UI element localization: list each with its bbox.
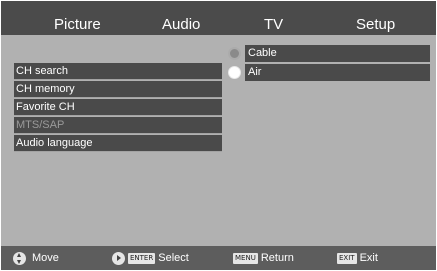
move-hint: Move <box>13 251 59 265</box>
tab-setup[interactable]: Setup <box>356 16 395 33</box>
return-label: Return <box>260 252 294 264</box>
select-hint: ENTER Select <box>112 251 189 265</box>
tab-audio[interactable]: Audio <box>162 16 200 33</box>
radio-button-cable[interactable] <box>228 47 241 60</box>
exit-label: Exit <box>359 252 378 264</box>
tab-tv[interactable]: TV <box>264 16 283 33</box>
menu-item-favorite-ch[interactable]: Favorite CH <box>14 99 222 116</box>
content-panel: CH search CH memory Favorite CH MTS/SAP … <box>1 35 436 246</box>
move-label: Move <box>32 252 59 264</box>
tab-bar: Picture Audio TV Setup <box>1 1 436 35</box>
menu-item-audio-language[interactable]: Audio language <box>14 135 222 152</box>
menu-item-ch-memory[interactable]: CH memory <box>14 81 222 98</box>
menu-key-badge: MENU <box>233 252 258 264</box>
up-down-arrows-icon <box>13 251 26 265</box>
exit-key-badge: EXIT <box>337 252 357 264</box>
tab-picture[interactable]: Picture <box>54 16 101 33</box>
enter-key-badge: ENTER <box>128 252 156 264</box>
return-hint: MENU Return <box>233 251 294 265</box>
menu-item-mts-sap: MTS/SAP <box>14 117 222 134</box>
option-cable[interactable]: Cable <box>245 45 430 62</box>
footer-hints: Move ENTER Select MENU Return EXIT Exit <box>1 246 436 270</box>
select-label: Select <box>158 252 189 264</box>
tv-screen: Picture Audio TV Setup CH search CH memo… <box>1 1 436 270</box>
right-arrow-icon <box>112 251 125 265</box>
radio-button-air[interactable] <box>228 66 241 79</box>
menu-item-ch-search[interactable]: CH search <box>14 63 222 80</box>
option-air[interactable]: Air <box>245 64 430 81</box>
exit-hint: EXIT Exit <box>337 251 378 265</box>
tv-menu-list: CH search CH memory Favorite CH MTS/SAP … <box>14 63 222 153</box>
